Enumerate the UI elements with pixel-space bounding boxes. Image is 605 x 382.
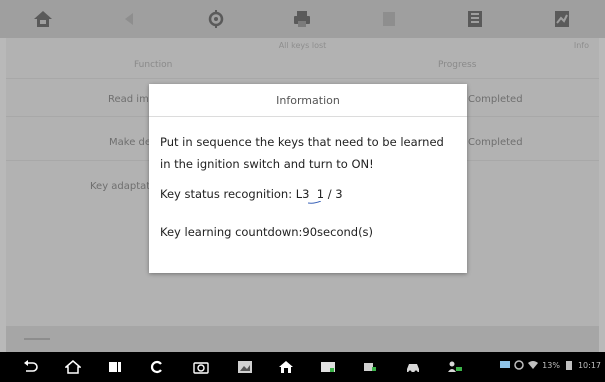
camera-icon[interactable] [193,360,209,374]
back-icon[interactable] [118,8,142,30]
row-divider [6,78,599,79]
home-nav-icon[interactable] [65,360,81,374]
corner-text: Info [573,41,589,50]
clock: 10:17 [577,360,601,370]
vci-icon[interactable] [320,360,336,374]
dialog-message-line2: in the ignition switch and turn to ON! [160,157,374,171]
message-icon [500,361,511,368]
information-dialog: Information Put in sequence the keys tha… [149,84,467,273]
bottom-button-bar [6,326,599,352]
status-area: 13% 10:17 [500,360,601,370]
data-manager-icon[interactable] [362,360,378,374]
settings-icon[interactable] [204,8,228,30]
column-progress: Progress [438,60,477,70]
row-status: Completed [468,94,523,105]
dialog-body: Put in sequence the keys that need to be… [149,117,467,243]
screen-subtitle: All keys lost [278,41,327,50]
system-navigation-bar: 13% 10:17 [0,352,605,382]
refresh-icon[interactable] [149,360,165,374]
help-icon[interactable] [377,8,401,30]
car-icon[interactable] [405,360,421,374]
battery-icon [565,361,572,370]
user-car-icon[interactable] [447,360,463,374]
recent-apps-icon[interactable] [107,360,123,374]
dialog-title: Information [149,84,467,117]
print-icon[interactable] [290,8,314,30]
settings-status-icon [514,360,524,370]
dialog-message-line1: Put in sequence the keys that need to be… [160,135,444,149]
bottom-button[interactable] [24,338,50,340]
data-icon[interactable] [550,8,574,30]
column-function: Function [134,60,173,70]
row-status: Completed [468,137,523,148]
back-nav-icon[interactable] [22,360,38,374]
save-icon[interactable] [463,8,487,30]
key-status-underline [308,201,321,204]
home-app-icon[interactable] [278,360,294,374]
home-icon[interactable] [31,8,55,30]
gallery-icon[interactable] [237,360,253,374]
battery-percent: 13% [542,360,560,370]
wifi-icon [528,361,539,369]
top-toolbar [0,0,605,38]
table-header: Function Progress [6,60,599,74]
countdown-text: Key learning countdown:90second(s) [160,225,374,239]
